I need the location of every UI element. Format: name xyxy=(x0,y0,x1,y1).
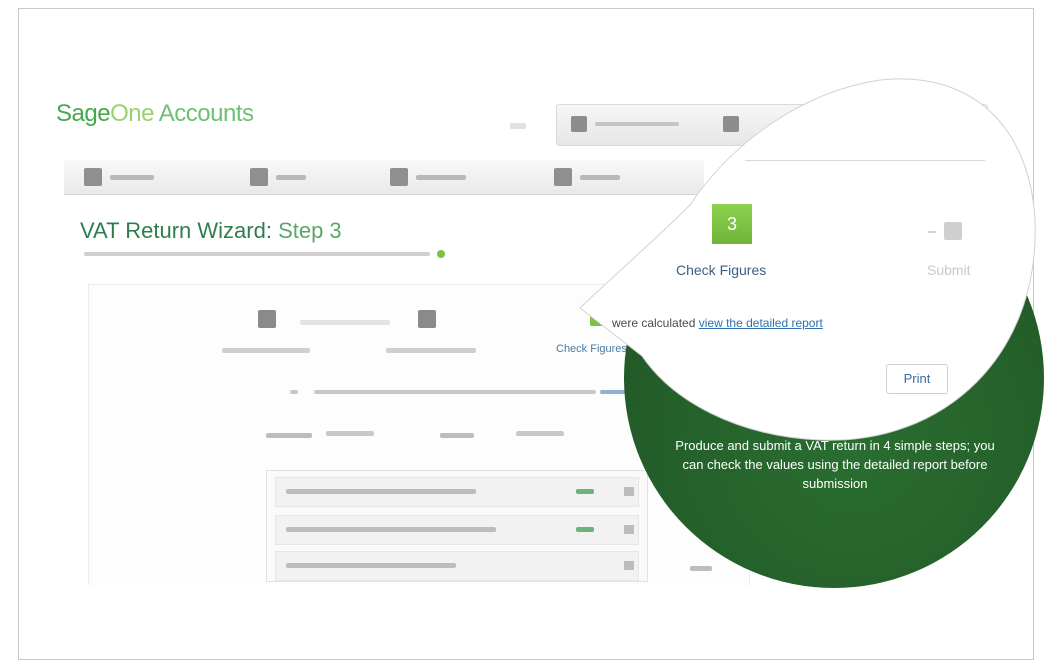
lens-divider xyxy=(745,160,985,161)
magnifier-lens xyxy=(579,78,1036,441)
print-button[interactable]: Print xyxy=(886,364,948,394)
step-badge: 3 xyxy=(712,204,752,244)
submit-icon xyxy=(944,222,962,240)
detailed-report-link[interactable]: view the detailed report xyxy=(699,316,823,330)
lens-step-label: Check Figures xyxy=(676,262,767,278)
lens-info-text: were calculated view the detailed report xyxy=(612,316,823,330)
callout-description: Produce and submit a VAT return in 4 sim… xyxy=(675,438,995,491)
lens-step-connector xyxy=(928,231,936,233)
lens-info-prefix: were calculated xyxy=(612,316,696,330)
lens-submit-label: Submit xyxy=(927,262,971,278)
